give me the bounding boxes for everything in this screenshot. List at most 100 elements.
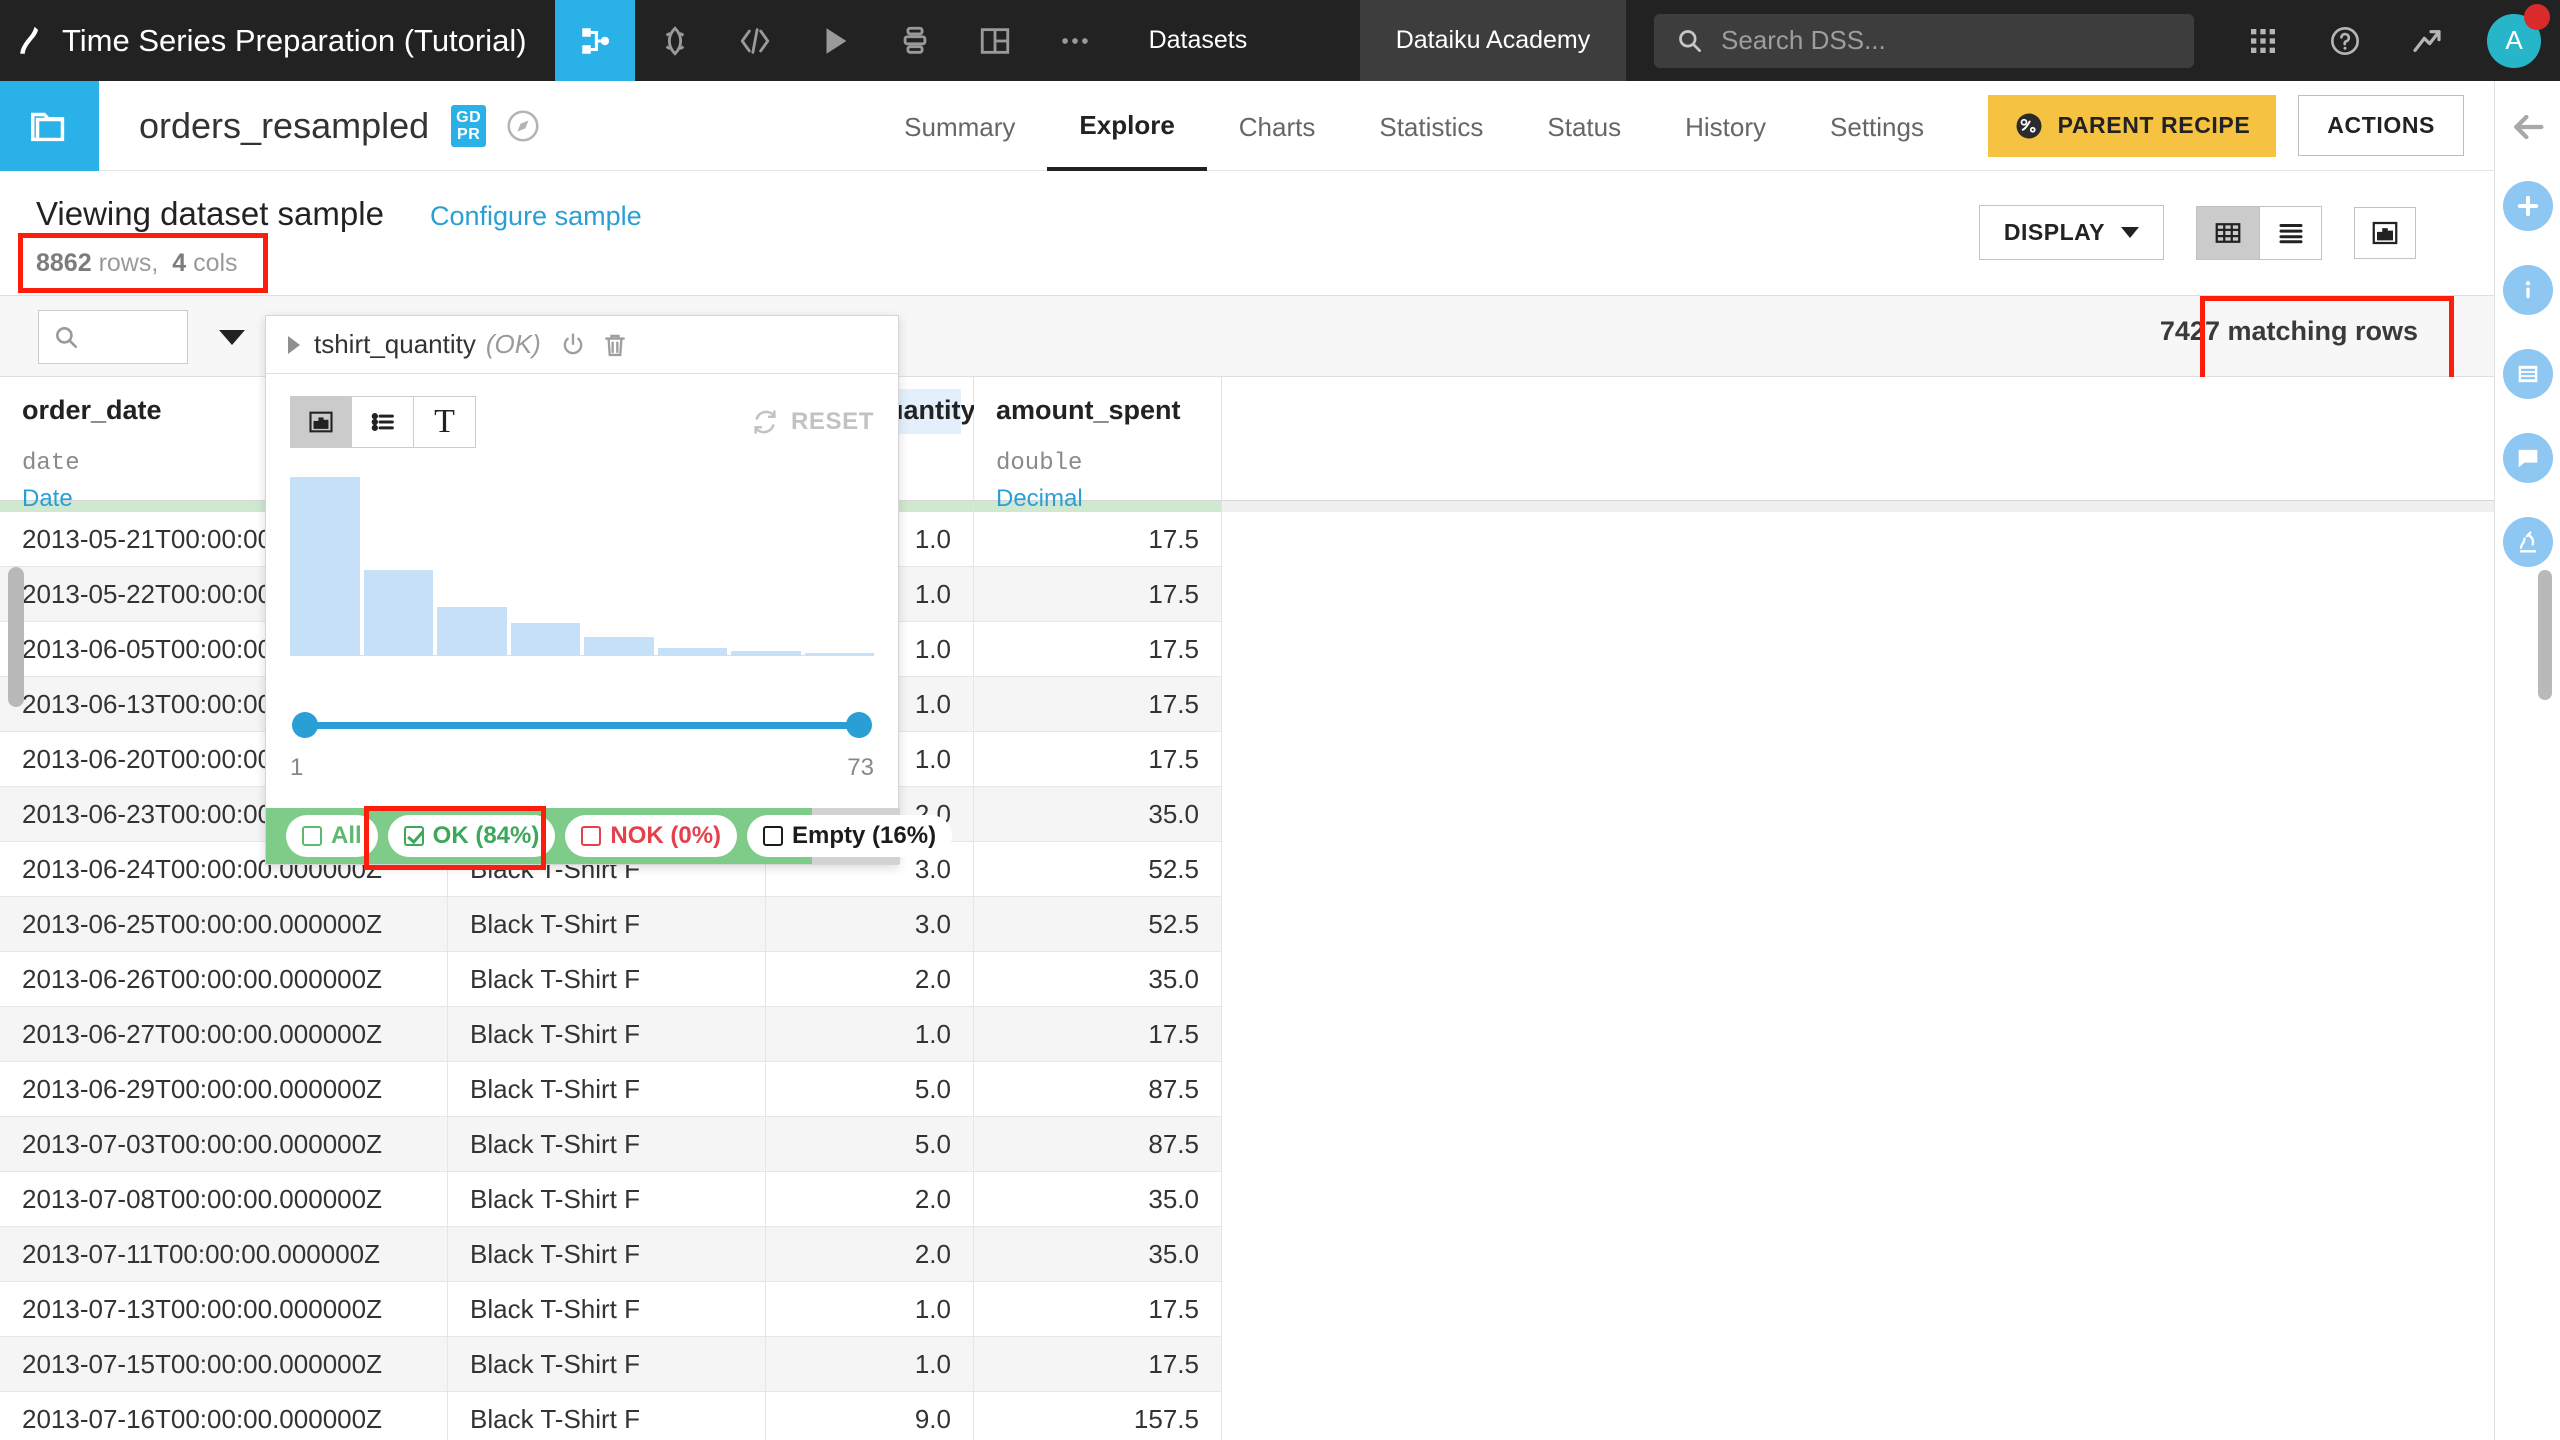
range-slider[interactable]: [290, 710, 874, 740]
column-meaning[interactable]: Decimal: [996, 485, 1199, 513]
table-cell[interactable]: Black T-Shirt F: [448, 1227, 766, 1282]
table-cell[interactable]: Black T-Shirt F: [448, 952, 766, 1007]
tab-settings[interactable]: Settings: [1798, 82, 1956, 169]
jobs-icon[interactable]: [875, 0, 955, 81]
table-cell[interactable]: Black T-Shirt F: [448, 1007, 766, 1062]
filter-pill-all[interactable]: All: [286, 815, 378, 857]
help-icon[interactable]: [2304, 0, 2386, 81]
dashboard-icon[interactable]: [955, 0, 1035, 81]
table-cell[interactable]: 2013-06-25T00:00:00.000000Z: [0, 897, 448, 952]
table-row[interactable]: 2013-07-08T00:00:00.000000Z Black T-Shirt…: [0, 1172, 2494, 1227]
apps-grid-icon[interactable]: [2222, 0, 2304, 81]
filter-pill-empty[interactable]: Empty (16%): [747, 815, 953, 857]
table-cell[interactable]: Black T-Shirt F: [448, 1062, 766, 1117]
tab-history[interactable]: History: [1653, 82, 1798, 169]
dataset-node-icon[interactable]: [635, 0, 715, 81]
academy-link[interactable]: Dataiku Academy: [1360, 0, 1626, 81]
table-cell[interactable]: 17.5: [974, 622, 1222, 677]
table-cell[interactable]: Black T-Shirt F: [448, 897, 766, 952]
column-search-input[interactable]: [38, 310, 188, 364]
dataiku-logo-icon[interactable]: [0, 0, 62, 81]
table-cell[interactable]: 2013-07-03T00:00:00.000000Z: [0, 1117, 448, 1172]
table-cell[interactable]: 35.0: [974, 952, 1222, 1007]
table-cell[interactable]: 2.0: [766, 1227, 974, 1282]
table-row[interactable]: 2013-07-15T00:00:00.000000Z Black T-Shirt…: [0, 1337, 2494, 1392]
table-cell[interactable]: Black T-Shirt F: [448, 1282, 766, 1337]
table-cell[interactable]: 17.5: [974, 1337, 1222, 1392]
filter-pill-ok[interactable]: OK (84%): [387, 815, 556, 857]
filter-pill-nok[interactable]: NOK (0%): [565, 815, 738, 857]
table-cell[interactable]: 17.5: [974, 732, 1222, 787]
configure-sample-link[interactable]: Configure sample: [430, 201, 642, 232]
compass-icon[interactable]: [504, 107, 542, 145]
table-cell[interactable]: 2.0: [766, 952, 974, 1007]
table-row[interactable]: 2013-07-03T00:00:00.000000Z Black T-Shirt…: [0, 1117, 2494, 1172]
table-cell[interactable]: 17.5: [974, 1282, 1222, 1337]
add-icon[interactable]: [2502, 181, 2553, 231]
vertical-scrollbar[interactable]: [2538, 570, 2552, 700]
table-cell[interactable]: 17.5: [974, 1007, 1222, 1062]
list-view-button[interactable]: [2259, 206, 2321, 259]
table-cell[interactable]: 9.0: [766, 1392, 974, 1440]
tab-statistics[interactable]: Statistics: [1347, 82, 1515, 169]
table-cell[interactable]: 1.0: [766, 1007, 974, 1062]
table-cell[interactable]: 17.5: [974, 512, 1222, 567]
info-icon[interactable]: [2502, 265, 2553, 315]
table-cell[interactable]: 2.0: [766, 1172, 974, 1227]
tab-status[interactable]: Status: [1515, 82, 1653, 169]
trend-icon[interactable]: [2386, 0, 2468, 81]
comments-icon[interactable]: [2502, 433, 2553, 483]
table-cell[interactable]: 2013-06-26T00:00:00.000000Z: [0, 952, 448, 1007]
text-mode-button[interactable]: T: [414, 396, 476, 448]
range-slider-min-handle[interactable]: [292, 712, 318, 738]
table-cell[interactable]: 2013-07-13T00:00:00.000000Z: [0, 1282, 448, 1337]
table-cell[interactable]: 35.0: [974, 1227, 1222, 1282]
horizontal-scrollbar-left[interactable]: [8, 567, 24, 707]
column-chart-button[interactable]: [2354, 206, 2416, 259]
range-slider-max-handle[interactable]: [846, 712, 872, 738]
table-row[interactable]: 2013-06-27T00:00:00.000000Z Black T-Shirt…: [0, 1007, 2494, 1062]
table-cell[interactable]: Black T-Shirt F: [448, 1117, 766, 1172]
reset-filter-button[interactable]: RESET: [751, 408, 874, 436]
table-cell[interactable]: 17.5: [974, 567, 1222, 622]
run-icon[interactable]: [795, 0, 875, 81]
search-input[interactable]: Search DSS...: [1654, 13, 2194, 68]
table-cell[interactable]: 87.5: [974, 1062, 1222, 1117]
table-cell[interactable]: 2013-07-16T00:00:00.000000Z: [0, 1392, 448, 1440]
table-cell[interactable]: 87.5: [974, 1117, 1222, 1172]
table-cell[interactable]: 52.5: [974, 897, 1222, 952]
collapse-back-icon[interactable]: [2508, 107, 2548, 147]
tab-summary[interactable]: Summary: [872, 82, 1047, 169]
table-cell[interactable]: 5.0: [766, 1062, 974, 1117]
more-icon[interactable]: [1035, 0, 1115, 81]
table-row[interactable]: 2013-06-25T00:00:00.000000Z Black T-Shirt…: [0, 897, 2494, 952]
table-cell[interactable]: 157.5: [974, 1392, 1222, 1440]
table-cell[interactable]: 1.0: [766, 1337, 974, 1392]
flow-icon[interactable]: [554, 0, 635, 81]
table-cell[interactable]: 5.0: [766, 1117, 974, 1172]
table-cell[interactable]: Black T-Shirt F: [448, 1172, 766, 1227]
actions-button[interactable]: ACTIONS: [2298, 95, 2464, 156]
table-cell[interactable]: Black T-Shirt F: [448, 1392, 766, 1440]
column-header-amount-spent[interactable]: amount_spent double Decimal: [974, 377, 1222, 512]
table-cell[interactable]: 35.0: [974, 1172, 1222, 1227]
tab-charts[interactable]: Charts: [1207, 82, 1348, 169]
histogram-mode-button[interactable]: [290, 396, 352, 448]
table-cell[interactable]: 2013-07-08T00:00:00.000000Z: [0, 1172, 448, 1227]
project-title[interactable]: Time Series Preparation (Tutorial): [62, 0, 555, 81]
list-mode-button[interactable]: [352, 396, 414, 448]
table-cell[interactable]: 17.5: [974, 677, 1222, 732]
table-cell[interactable]: Black T-Shirt F: [448, 1337, 766, 1392]
lab-icon[interactable]: [2502, 517, 2553, 567]
table-cell[interactable]: 2013-07-15T00:00:00.000000Z: [0, 1337, 448, 1392]
table-view-button[interactable]: [2197, 206, 2259, 259]
table-cell[interactable]: 52.5: [974, 842, 1222, 897]
table-cell[interactable]: 35.0: [974, 787, 1222, 842]
table-row[interactable]: 2013-07-13T00:00:00.000000Z Black T-Shirt…: [0, 1282, 2494, 1337]
table-cell[interactable]: 3.0: [766, 897, 974, 952]
table-cell[interactable]: 2013-07-11T00:00:00.000000Z: [0, 1227, 448, 1282]
table-row[interactable]: 2013-07-16T00:00:00.000000Z Black T-Shirt…: [0, 1392, 2494, 1440]
table-cell[interactable]: 2013-06-27T00:00:00.000000Z: [0, 1007, 448, 1062]
section-label[interactable]: Datasets: [1115, 0, 1282, 81]
display-button[interactable]: DISPLAY: [1978, 205, 2164, 260]
